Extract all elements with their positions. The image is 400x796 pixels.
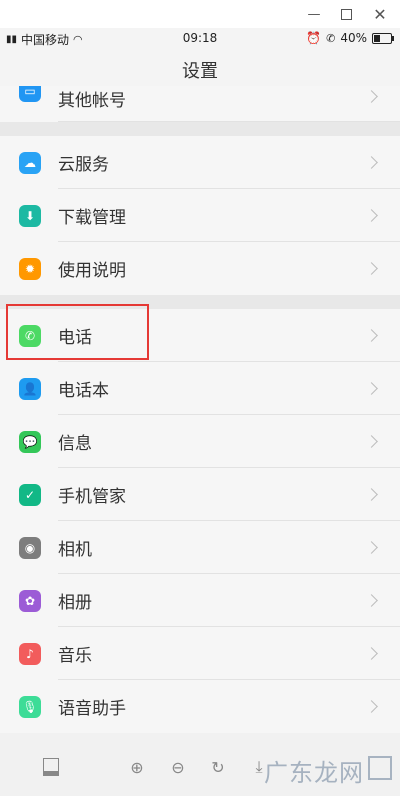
settings-item-phone-manager[interactable]: ✓ 手机管家 [0,468,400,521]
zoom-in-icon: ⊕ [130,757,144,777]
chevron-right-icon [365,90,378,103]
gallery-icon: ✿ [19,589,41,612]
watermark-logo-icon [368,756,392,780]
rotate-button[interactable]: ↻ [205,754,231,780]
alarm-icon: ⏰ [306,31,322,45]
maximize-button[interactable] [330,0,362,28]
chevron-right-icon [365,209,378,222]
section-divider [0,295,400,309]
chevron-right-icon [365,594,378,607]
maximize-icon [340,8,352,20]
minimize-icon: — [307,6,321,22]
chevron-right-icon [365,382,378,395]
chevron-right-icon [365,647,378,660]
settings-item-music[interactable]: ♪ 音乐 [0,627,400,680]
chevron-right-icon [365,488,378,501]
item-label: 手机管家 [58,487,126,507]
settings-item-camera[interactable]: ◉ 相机 [0,521,400,574]
contacts-icon: 👤 [19,377,41,400]
account-icon: ▭ [19,86,41,102]
settings-item-manual[interactable]: ✹ 使用说明 [0,242,400,295]
item-label: 下载管理 [58,208,126,228]
settings-list[interactable]: ▭ 其他帐号 ☁ 云服务 ⬇ 下载管理 ✹ 使用说明 ✆ 电话 👤 电话本 💬 … [0,86,400,733]
settings-item-cloud[interactable]: ☁ 云服务 [0,136,400,189]
battery-icon [372,32,394,44]
zoom-out-button[interactable]: ⊖ [165,754,191,780]
section-divider [0,122,400,136]
chevron-right-icon [365,541,378,554]
chevron-right-icon [365,156,378,169]
mic-icon: 🎙 [19,695,41,718]
phone-icon: ✆ [19,324,41,347]
item-label: 其他帐号 [58,91,126,111]
hd-call-icon: ✆ [326,31,336,45]
layout-icon [43,758,59,776]
item-label: 音乐 [58,646,92,666]
minimize-button[interactable]: — [298,0,330,28]
item-label: 语音助手 [58,699,126,719]
layout-button[interactable] [38,754,64,780]
cloud-icon: ☁ [19,151,41,174]
item-label: 云服务 [58,155,109,175]
settings-item-voice-assistant[interactable]: 🎙 语音助手 [0,680,400,733]
close-icon: ✕ [373,4,387,24]
settings-item-downloads[interactable]: ⬇ 下载管理 [0,189,400,242]
zoom-out-icon: ⊖ [171,757,185,777]
window-titlebar: — ✕ [0,0,400,29]
item-label: 电话 [58,328,92,348]
message-icon: 💬 [19,430,41,453]
shield-icon: ✓ [19,483,41,506]
chevron-right-icon [365,700,378,713]
settings-item-messages[interactable]: 💬 信息 [0,415,400,468]
chevron-right-icon [365,329,378,342]
chevron-right-icon [365,435,378,448]
battery-percent: 40% [340,31,367,45]
zoom-in-button[interactable]: ⊕ [124,754,150,780]
download-tool-icon: ⤓ [255,757,263,776]
item-label: 电话本 [58,381,109,401]
settings-item-other-accounts[interactable]: ▭ 其他帐号 [0,86,400,122]
status-bar: ▮▮ 中国移动 ◠ 09:18 ⏰ ✆ 40% [0,28,400,50]
settings-item-phone[interactable]: ✆ 电话 [0,309,400,362]
chevron-right-icon [365,262,378,275]
battery-level [374,34,380,42]
page-title-bar: 设置 [0,50,400,90]
camera-icon: ◉ [19,536,41,559]
item-label: 相册 [58,593,92,613]
rotate-icon: ↻ [211,757,225,777]
download-icon: ⬇ [19,204,41,227]
music-icon: ♪ [19,642,41,665]
bulb-icon: ✹ [19,257,41,280]
status-right: ⏰ ✆ 40% [306,31,394,45]
watermark-text: 广东龙网 [264,759,364,787]
page-title: 设置 [182,61,218,82]
close-button[interactable]: ✕ [364,0,396,28]
settings-item-contacts[interactable]: 👤 电话本 [0,362,400,415]
item-label: 信息 [58,434,92,454]
settings-item-gallery[interactable]: ✿ 相册 [0,574,400,627]
item-label: 使用说明 [58,261,126,281]
item-label: 相机 [58,540,92,560]
